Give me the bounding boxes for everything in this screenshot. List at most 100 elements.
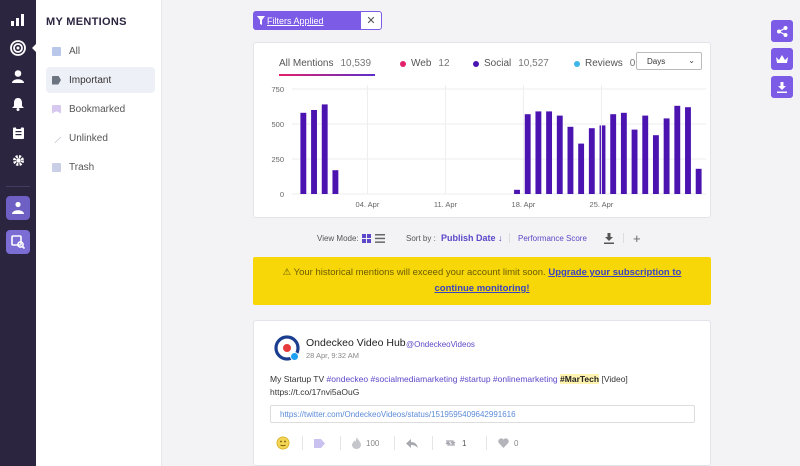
sidebar-title: MY MENTIONS — [46, 16, 127, 28]
chart-bar — [674, 105, 681, 194]
sidebar-item-label: Bookmarked — [69, 103, 126, 115]
sidebar-item-trash[interactable]: Trash — [46, 154, 155, 180]
list-view-icon[interactable] — [375, 231, 385, 245]
post-text: My Startup TV #ondeckeo #socialmediamark… — [270, 373, 690, 399]
retweet-count: 1 — [462, 438, 467, 448]
sidebar-item-important[interactable]: Important — [46, 67, 155, 93]
chart-bar — [524, 114, 531, 194]
highlighted-keyword: #MarTech — [560, 374, 600, 384]
user-icon[interactable] — [0, 64, 36, 88]
post-short-link[interactable]: https://t.co/17nvi5aOuG — [270, 387, 359, 397]
clear-filters-button[interactable]: ✕ — [360, 11, 382, 30]
file-icon — [52, 46, 61, 56]
toolbar-divider — [623, 233, 624, 243]
sort-publish-date[interactable]: Publish Date ↓ — [441, 231, 503, 245]
share-button[interactable] — [771, 20, 793, 42]
bell-icon[interactable] — [0, 92, 36, 116]
chart-bar — [610, 114, 617, 194]
warning-text: ⚠ Your historical mentions will exceed y… — [282, 267, 546, 278]
team-icon[interactable] — [6, 196, 30, 220]
export-button[interactable] — [771, 76, 793, 98]
add-icon[interactable]: + — [633, 231, 641, 246]
mention-card: Ondeckeo Video Hub @OndeckeoVideos 28 Ap… — [253, 320, 711, 466]
author-name[interactable]: Ondeckeo Video Hub — [306, 337, 406, 349]
post-text-suffix: [Video] — [601, 374, 628, 384]
flame-icon — [352, 437, 361, 449]
hashtag[interactable]: #socialmediamarketing — [371, 374, 458, 384]
like-count: 0 — [514, 438, 519, 448]
gear-icon[interactable] — [0, 148, 36, 172]
chart-bar — [599, 125, 606, 194]
sidebar-item-bookmarked[interactable]: Bookmarked — [46, 96, 155, 122]
export-icon[interactable] — [604, 231, 614, 245]
toolbar-divider — [509, 233, 510, 243]
crown-icon — [776, 54, 788, 63]
chart-bar — [546, 111, 553, 194]
sort-by-label: Sort by : — [406, 233, 436, 243]
chart-bar — [321, 104, 328, 194]
chart-bar — [556, 115, 563, 194]
sidebar-item-label: All — [69, 45, 81, 57]
chart-bar — [332, 170, 339, 194]
sidebar-item-label: Unlinked — [69, 132, 108, 144]
chart-bar — [620, 112, 627, 194]
stats-icon[interactable] — [0, 8, 36, 32]
chart-bar — [685, 107, 691, 194]
y-tick-label: 500 — [271, 120, 284, 129]
sentiment-icon[interactable] — [276, 435, 295, 451]
hashtag[interactable]: #startup — [460, 374, 491, 384]
x-tick-label: 25. Apr — [590, 200, 614, 209]
tag-action-icon[interactable] — [314, 435, 330, 451]
reach-count: 100 — [366, 438, 380, 448]
twitter-icon — [290, 352, 299, 361]
chart-bar — [663, 118, 670, 194]
action-divider — [340, 436, 341, 450]
trash-icon — [52, 162, 61, 172]
mentions-chart-card: All Mentions 10,539 Web 12 Social 10,527… — [253, 42, 711, 218]
sidebar-item-label: Important — [69, 74, 112, 86]
filter-icon — [257, 16, 265, 25]
sidebar-item-all[interactable]: All — [46, 38, 155, 64]
like-stat[interactable]: 0 — [498, 435, 518, 451]
filters-label: Filters Applied — [267, 15, 324, 26]
y-tick-label: 0 — [280, 190, 284, 199]
chart-bar — [642, 115, 649, 194]
post-text-prefix: My Startup TV — [270, 374, 325, 384]
post-url[interactable]: https://twitter.com/OndeckeoVideos/statu… — [270, 405, 695, 423]
chart-bar — [588, 128, 595, 194]
sidebar-item-unlinked[interactable]: Unlinked — [46, 125, 155, 151]
x-tick-label: 04. Apr — [356, 200, 380, 209]
sort-performance-score[interactable]: Performance Score — [518, 231, 587, 245]
grid-view-icon[interactable] — [362, 231, 371, 245]
rail-divider — [6, 186, 30, 187]
action-divider — [394, 436, 395, 450]
filters-applied-button[interactable]: Filters Applied — [253, 11, 360, 30]
clipboard-icon[interactable] — [0, 120, 36, 144]
chart-bar — [311, 110, 317, 194]
action-divider — [432, 436, 433, 450]
x-tick-label: 11. Apr — [434, 200, 458, 209]
sidebar-item-label: Trash — [69, 161, 95, 173]
upgrade-button[interactable] — [771, 48, 793, 70]
y-tick-label: 750 — [271, 85, 284, 94]
chart-bar — [300, 112, 307, 194]
hashtag[interactable]: #onlinemarketing — [493, 374, 558, 384]
retweet-stat[interactable]: 1 — [444, 435, 466, 451]
download-icon — [777, 81, 787, 93]
chart-bar — [631, 129, 638, 194]
chart-bar — [514, 189, 520, 194]
view-mode-label: View Mode: — [317, 233, 359, 243]
post-time: 28 Apr, 9:32 AM — [306, 351, 359, 360]
chart-bar — [652, 135, 659, 194]
chart-bar — [567, 126, 574, 194]
hashtag[interactable]: #ondeckeo — [327, 374, 369, 384]
reply-icon[interactable] — [406, 435, 423, 451]
retweet-icon — [445, 440, 456, 446]
chart-bar — [535, 111, 542, 194]
action-divider — [486, 436, 487, 450]
image-search-icon[interactable] — [6, 230, 30, 254]
author-handle[interactable]: @OndeckeoVideos — [406, 340, 475, 349]
mentions-icon[interactable] — [0, 36, 36, 60]
bookmark-icon — [52, 104, 61, 114]
icon-rail — [0, 0, 37, 466]
